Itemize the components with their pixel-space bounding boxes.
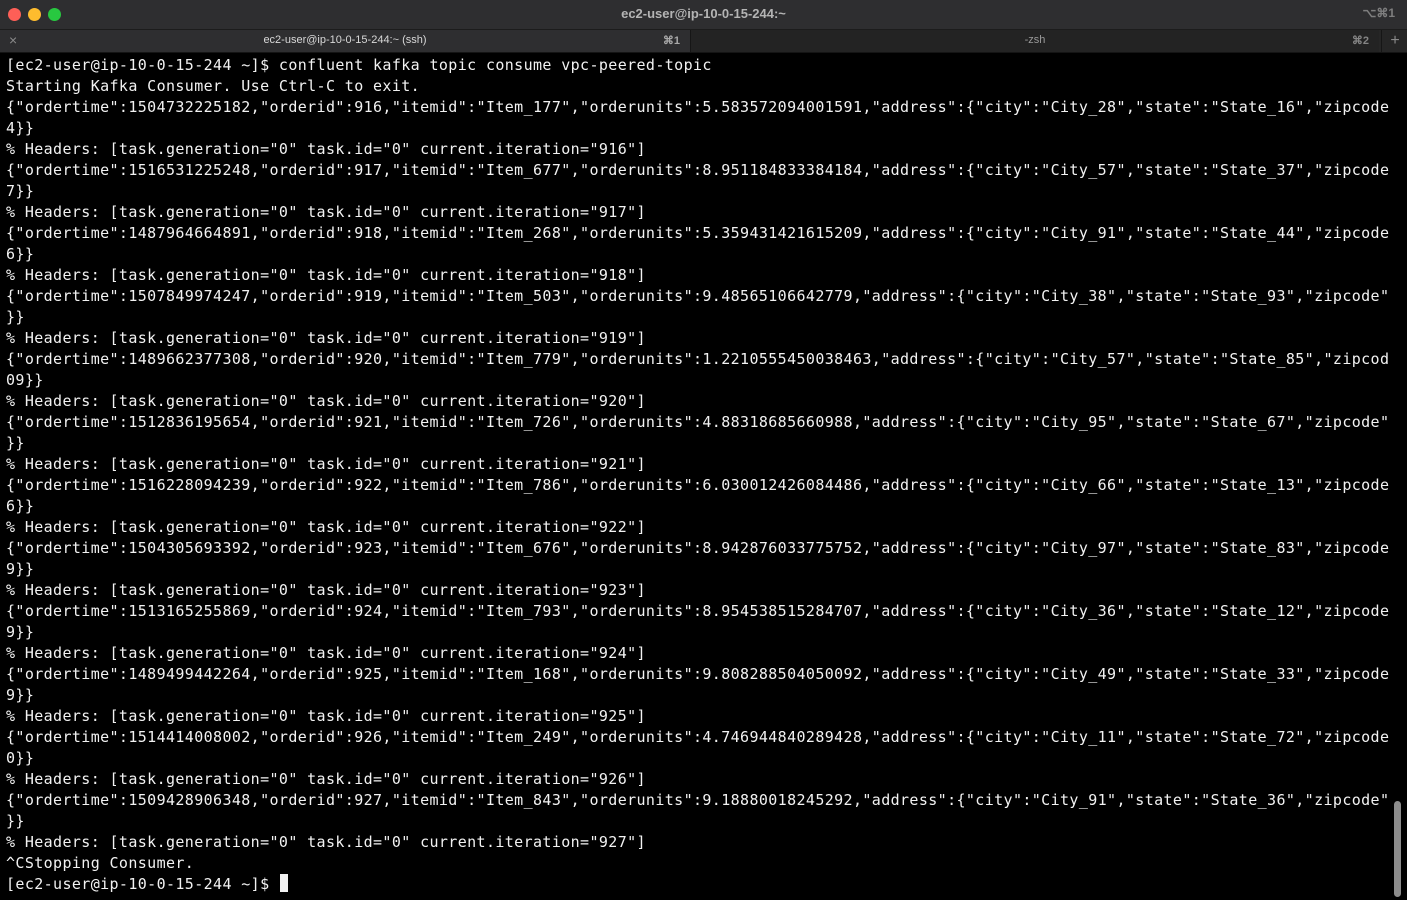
terminal-line: {"ordertime":1509428906348,"orderid":927… bbox=[6, 791, 1390, 809]
terminal-line: 6}} bbox=[6, 497, 35, 515]
terminal-line: {"ordertime":1512836195654,"orderid":921… bbox=[6, 413, 1390, 431]
terminal-window: ec2-user@ip-10-0-15-244:~ ⌥⌘1 × ec2-user… bbox=[0, 0, 1407, 900]
terminal-line: {"ordertime":1516228094239,"orderid":922… bbox=[6, 476, 1390, 494]
shell-prompt: [ec2-user@ip-10-0-15-244 ~]$ bbox=[6, 875, 279, 893]
terminal-output[interactable]: [ec2-user@ip-10-0-15-244 ~]$ confluent k… bbox=[6, 55, 1390, 900]
terminal-line: % Headers: [task.generation="0" task.id=… bbox=[6, 518, 646, 536]
terminal-line: % Headers: [task.generation="0" task.id=… bbox=[6, 455, 646, 473]
terminal-line: % Headers: [task.generation="0" task.id=… bbox=[6, 707, 646, 725]
terminal-line: 4}} bbox=[6, 119, 35, 137]
terminal-line: {"ordertime":1489499442264,"orderid":925… bbox=[6, 665, 1390, 683]
terminal-line: {"ordertime":1516531225248,"orderid":917… bbox=[6, 161, 1390, 179]
new-tab-icon[interactable]: + bbox=[1381, 30, 1407, 52]
tab-label: -zsh bbox=[1024, 34, 1046, 46]
terminal-line: 6}} bbox=[6, 245, 35, 263]
terminal-line: 09}} bbox=[6, 371, 44, 389]
terminal-line: 9}} bbox=[6, 623, 35, 641]
tab-ssh[interactable]: × ec2-user@ip-10-0-15-244:~ (ssh) ⌘1 bbox=[0, 30, 691, 52]
terminal-line: Starting Kafka Consumer. Use Ctrl-C to e… bbox=[6, 77, 421, 95]
terminal-line: {"ordertime":1504305693392,"orderid":923… bbox=[6, 539, 1390, 557]
text-cursor bbox=[279, 874, 288, 892]
terminal-line: % Headers: [task.generation="0" task.id=… bbox=[6, 203, 646, 221]
terminal-line: % Headers: [task.generation="0" task.id=… bbox=[6, 140, 646, 158]
tab-shortcut: ⌘1 bbox=[662, 35, 680, 47]
tab-shortcut: ⌘2 bbox=[1351, 35, 1369, 47]
terminal-line: {"ordertime":1504732225182,"orderid":916… bbox=[6, 98, 1390, 116]
scrollbar[interactable] bbox=[1393, 55, 1402, 897]
terminal-line: 0}} bbox=[6, 749, 35, 767]
window-shortcut: ⌥⌘1 bbox=[1362, 6, 1395, 20]
terminal-line: % Headers: [task.generation="0" task.id=… bbox=[6, 266, 646, 284]
terminal-line: 9}} bbox=[6, 560, 35, 578]
terminal-line: 7}} bbox=[6, 182, 35, 200]
terminal-line: {"ordertime":1514414008002,"orderid":926… bbox=[6, 728, 1390, 746]
terminal-line: }} bbox=[6, 812, 25, 830]
terminal-line: {"ordertime":1513165255869,"orderid":924… bbox=[6, 602, 1390, 620]
tab-zsh[interactable]: -zsh ⌘2 bbox=[691, 30, 1379, 52]
terminal-prompt-line[interactable]: [ec2-user@ip-10-0-15-244 ~]$ bbox=[6, 874, 1390, 895]
terminal-line: % Headers: [task.generation="0" task.id=… bbox=[6, 644, 646, 662]
tab-label: ec2-user@ip-10-0-15-244:~ (ssh) bbox=[263, 34, 427, 46]
window-title: ec2-user@ip-10-0-15-244:~ bbox=[621, 6, 786, 21]
terminal-line: % Headers: [task.generation="0" task.id=… bbox=[6, 581, 646, 599]
terminal-line: % Headers: [task.generation="0" task.id=… bbox=[6, 392, 646, 410]
terminal-line: ^CStopping Consumer. bbox=[6, 854, 195, 872]
tab-bar: × ec2-user@ip-10-0-15-244:~ (ssh) ⌘1 -zs… bbox=[0, 30, 1407, 53]
terminal-line: }} bbox=[6, 308, 25, 326]
terminal-line: {"ordertime":1489662377308,"orderid":920… bbox=[6, 350, 1390, 368]
terminal-line: }} bbox=[6, 434, 25, 452]
terminal-line: % Headers: [task.generation="0" task.id=… bbox=[6, 329, 646, 347]
terminal-line: {"ordertime":1487964664891,"orderid":918… bbox=[6, 224, 1390, 242]
terminal-line: % Headers: [task.generation="0" task.id=… bbox=[6, 770, 646, 788]
terminal-line: [ec2-user@ip-10-0-15-244 ~]$ confluent k… bbox=[6, 56, 712, 74]
terminal-line: {"ordertime":1507849974247,"orderid":919… bbox=[6, 287, 1390, 305]
terminal-line: 9}} bbox=[6, 686, 35, 704]
title-bar[interactable]: ec2-user@ip-10-0-15-244:~ ⌥⌘1 bbox=[0, 0, 1407, 30]
terminal-line: % Headers: [task.generation="0" task.id=… bbox=[6, 833, 646, 851]
scrollbar-thumb[interactable] bbox=[1394, 801, 1401, 897]
